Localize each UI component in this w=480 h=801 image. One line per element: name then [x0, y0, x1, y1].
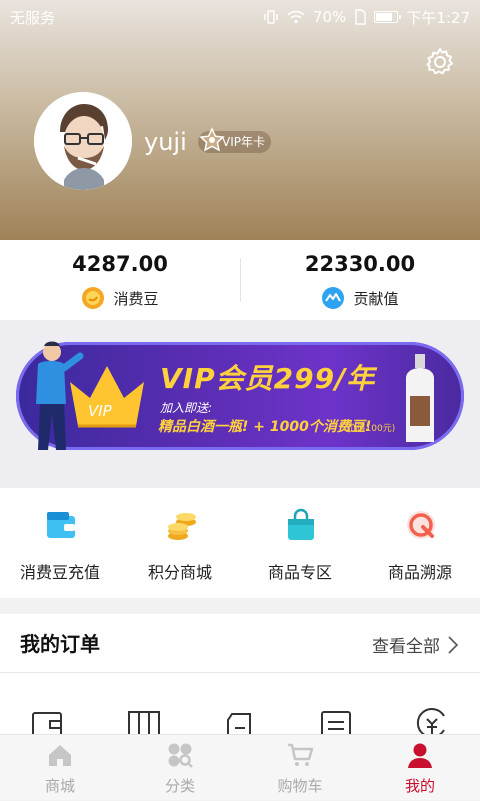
bottom-tab-bar: 商城 分类 购物车 我的 [0, 734, 480, 800]
wifi-icon [287, 10, 305, 24]
stat-consumption-beans[interactable]: 4287.00 消费豆 [0, 240, 240, 320]
vibrate-icon [264, 10, 278, 24]
tab-category[interactable]: 分类 [120, 735, 240, 801]
menu-item-points-mall[interactable]: 积分商城 [120, 488, 240, 598]
status-right: 70% 下午1:27 [263, 7, 470, 28]
battery-percent: 70% [312, 8, 347, 26]
crown-label: VIP [88, 402, 112, 420]
home-icon [49, 745, 71, 766]
settings-gear-icon[interactable] [424, 46, 456, 78]
sim-icon [355, 9, 367, 25]
menu-item-recharge[interactable]: 消费豆充值 [0, 488, 120, 598]
menu-label: 积分商城 [147, 563, 212, 582]
menu-label: 商品溯源 [387, 563, 452, 582]
menu-label: 消费豆充值 [19, 563, 100, 582]
tab-label: 分类 [164, 777, 195, 795]
stat-value: 4287.00 [72, 252, 168, 276]
stat-label: 贡献值 [353, 289, 399, 308]
tab-cart[interactable]: 购物车 [240, 735, 360, 801]
stat-label-row: 贡献值 [240, 286, 480, 310]
avatar[interactable] [34, 92, 132, 190]
avatar-illustration [34, 92, 132, 190]
tab-label: 我的 [404, 777, 435, 795]
contribution-icon [322, 287, 345, 309]
view-all-orders-link[interactable]: 查看全部 [372, 632, 458, 657]
banner-offer: 精品白酒一瓶! + 1000个消费豆! [158, 419, 372, 435]
battery-icon [374, 11, 402, 23]
stats-divider [240, 258, 241, 302]
wallet-recharge-icon [47, 512, 75, 538]
status-bar: 无服务 70% 下午1:27 [0, 0, 480, 34]
tab-label: 商城 [44, 777, 75, 795]
coins-stack-icon [168, 513, 196, 540]
banner-subtitle: 加入即送: [160, 401, 213, 415]
liquor-bottle-icon [406, 354, 434, 442]
trace-source-icon [407, 511, 435, 539]
banner-value-note: (价值100元) [344, 424, 396, 434]
username: yuji [144, 128, 187, 156]
category-icon [168, 743, 193, 768]
menu-label: 商品专区 [267, 563, 332, 582]
orders-divider [0, 672, 480, 673]
orders-title: 我的订单 [20, 632, 100, 656]
tab-label: 购物车 [277, 777, 323, 795]
banner-title: VIP会员299/年 [160, 362, 376, 395]
bean-coin-icon [82, 287, 105, 309]
tab-mall[interactable]: 商城 [0, 735, 120, 801]
stat-value: 22330.00 [304, 252, 416, 276]
menu-item-products[interactable]: 商品专区 [240, 488, 360, 598]
menu-item-traceability[interactable]: 商品溯源 [360, 488, 480, 598]
quick-menu: 消费豆充值 积分商城 商品专区 商品溯源 [0, 488, 480, 598]
crown-icon [70, 366, 144, 428]
chevron-right-icon [448, 635, 458, 654]
clock-text: 下午1:27 [406, 8, 470, 27]
user-icon [408, 743, 432, 768]
stat-label-row: 消费豆 [0, 286, 240, 310]
tab-mine[interactable]: 我的 [360, 735, 480, 801]
stat-contribution[interactable]: 22330.00 贡献值 [240, 240, 480, 320]
carrier-text: 无服务 [10, 8, 56, 27]
stat-label: 消费豆 [113, 289, 159, 308]
vip-star-icon [199, 127, 225, 152]
view-all-label: 查看全部 [372, 637, 440, 657]
shopping-bag-icon [288, 508, 314, 540]
cart-icon [288, 743, 314, 766]
